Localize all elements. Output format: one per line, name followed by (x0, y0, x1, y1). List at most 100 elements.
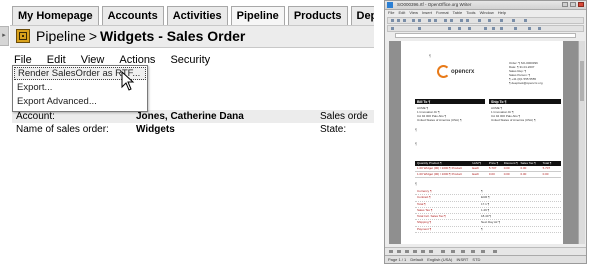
summary-value: ¶ (481, 226, 483, 231)
tab-depots[interactable]: Depots (350, 6, 374, 25)
breadcrumb-parent[interactable]: Pipeline (36, 28, 86, 44)
writer-menu-file[interactable]: File (388, 10, 394, 16)
summary-value: 1.29 ¶ (481, 207, 490, 212)
cell: 0.00 (520, 166, 527, 170)
page-title: Widgets - Sales Order (100, 28, 246, 44)
address-line: United States of America (USA) ¶ (417, 118, 462, 122)
writer-vertical-scrollbar[interactable] (578, 41, 585, 244)
collapse-side-handle[interactable]: ▸ (0, 26, 9, 46)
top-nav-tabs: My Homepage Accounts Activities Pipeline… (12, 6, 374, 25)
tab-activities[interactable]: Activities (166, 6, 228, 25)
sales-order-label: Sales orde (320, 111, 368, 122)
writer-menu-edit[interactable]: Edit (398, 10, 405, 16)
line-items-table: Quantity Product ¶ UoM ¶ Price ¶ Discoun… (415, 161, 561, 178)
summary-value: 17.1 ¶ (481, 201, 490, 206)
writer-menu-table[interactable]: Table (453, 10, 463, 16)
writer-format-toolbar[interactable] (387, 25, 584, 32)
tab-my-homepage[interactable]: My Homepage (12, 6, 99, 25)
order-header-line: ¶ deeplook@opencrx.org (509, 81, 543, 85)
summary-value: 18.40 ¶ (481, 214, 491, 219)
window-controls (562, 2, 584, 7)
bill-to-address: ACME ¶ 1 Innovation Dr ¶ CA 94 000 Palo … (417, 106, 461, 122)
order-summary: Currency ¶ ¶ Contract ¶ EUR ¶ Total ¶ 17.1 … (415, 189, 561, 234)
status-selection-mode: STD (472, 257, 481, 262)
tab-products[interactable]: Products (287, 6, 348, 25)
writer-menu-view[interactable]: View (409, 10, 418, 16)
status-insert-mode: INSRT (456, 257, 469, 262)
paragraph-mark: ¶ (415, 141, 418, 146)
ship-to-bar: Ship To ¶ (489, 99, 561, 104)
breadcrumb-separator: > (88, 28, 98, 44)
summary-key: Shipping ¶ (417, 220, 432, 225)
summary-key: Currency ¶ (417, 189, 432, 193)
state-label: State: (320, 124, 347, 135)
status-style: Default (410, 257, 424, 262)
page-title-bar: Pipeline > Widgets - Sales Order (10, 25, 374, 48)
writer-menu-tools[interactable]: Tools (466, 10, 475, 16)
document-page: ¶ opencrx Order: ¶ SO-0000396 Date: ¶ 31… (401, 41, 563, 244)
summary-key: Contract ¶ (417, 195, 431, 200)
table-row: 1.00 Widget (00) / 1000 ¶ Product Each 0… (415, 172, 561, 178)
cell: 0.00 (542, 172, 549, 176)
cell: 0.00 (503, 166, 510, 170)
breadcrumb: Pipeline > Widgets - Sales Order (36, 27, 245, 46)
tab-accounts[interactable]: Accounts (101, 6, 164, 25)
paragraph-mark: ¶ (429, 53, 432, 58)
writer-menu-bar: File Edit View Insert Format Table Tools… (385, 10, 586, 16)
sales-order-fields: Account: Jones, Catherine Dana Sales ord… (12, 110, 374, 136)
crx-app-panel: ▸ My Homepage Accounts Activities Pipeli… (0, 0, 374, 264)
summary-value: ¶ (481, 189, 483, 193)
cell: Each (472, 172, 480, 176)
writer-ruler (395, 33, 576, 38)
writer-document-area[interactable]: ¶ opencrx Order: ¶ SO-0000396 Date: ¶ 31… (389, 41, 578, 244)
writer-standard-toolbar[interactable] (387, 17, 584, 24)
ship-to-heading: Ship To ¶ (491, 100, 507, 104)
account-value[interactable]: Jones, Catherine Dana (136, 110, 244, 123)
status-language: English (USA) (427, 257, 453, 262)
summary-key: Total Incl. Sales Tax ¶ (417, 214, 446, 219)
writer-title: SO000396.rtf - OpenOffice.org Writer (397, 2, 472, 7)
bill-to-heading: Bill To ¶ (417, 100, 431, 104)
mouse-pointer-icon (121, 71, 135, 91)
maximize-icon[interactable] (570, 2, 576, 7)
opencrx-logo (437, 65, 450, 78)
writer-menu-format[interactable]: Format (436, 10, 449, 16)
summary-value: Next Day Air ¶ (481, 220, 501, 225)
writer-menu-window[interactable]: Window (480, 10, 494, 16)
summary-row: Payment ¶ ¶ (415, 226, 561, 234)
status-page: Page 1 / 1 (388, 257, 407, 262)
cell: 5.707 (542, 166, 551, 170)
summary-key: Sales Tax ¶ (417, 207, 433, 212)
menu-item-export-advanced[interactable]: Export Advanced... (14, 95, 146, 108)
summary-key: Payment ¶ (417, 226, 432, 231)
writer-title-bar: SO000396.rtf - OpenOffice.org Writer (385, 1, 586, 10)
name-value: Widgets (136, 124, 175, 135)
writer-status-bar: Page 1 / 1 Default English (USA) INSRT S… (385, 255, 586, 263)
tab-pipeline[interactable]: Pipeline (230, 6, 285, 25)
sales-order-icon (16, 29, 30, 43)
cell: 1.00 Widget (00) / 1000 ¶ Product (417, 172, 462, 176)
cell: Each (472, 166, 480, 170)
paragraph-mark: ¶ (415, 127, 418, 132)
cell: 0.00 (520, 172, 527, 176)
ship-to-address: ACME ¶ 1 Innovation Dr ¶ CA 94 000 Palo … (491, 106, 535, 122)
writer-menu-insert[interactable]: Insert (422, 10, 432, 16)
writer-menu-help[interactable]: Help (498, 10, 506, 16)
scroll-thumb[interactable] (580, 61, 584, 101)
minimize-icon[interactable] (562, 2, 568, 7)
cell: 5.707 (488, 166, 497, 170)
writer-drawing-toolbar[interactable] (385, 247, 586, 255)
close-icon[interactable] (578, 2, 584, 7)
paragraph-mark: ¶ (415, 181, 418, 186)
opencrx-logo-text: opencrx (451, 69, 475, 75)
summary-key: Total ¶ (417, 201, 426, 206)
cell: 0.00 (503, 172, 510, 176)
cell: 0.00 (488, 172, 495, 176)
writer-app-icon (387, 2, 393, 8)
order-header-block: Order: ¶ SO-0000396 Date: ¶ 31.01.2007 S… (509, 61, 543, 85)
menu-security[interactable]: Security (170, 53, 210, 67)
address-line: United States of America (USA) ¶ (491, 118, 536, 122)
bill-to-bar: Bill To ¶ (415, 99, 485, 104)
field-row-name: Name of sales order: Widgets State: (12, 123, 374, 136)
summary-value: EUR ¶ (481, 195, 490, 200)
